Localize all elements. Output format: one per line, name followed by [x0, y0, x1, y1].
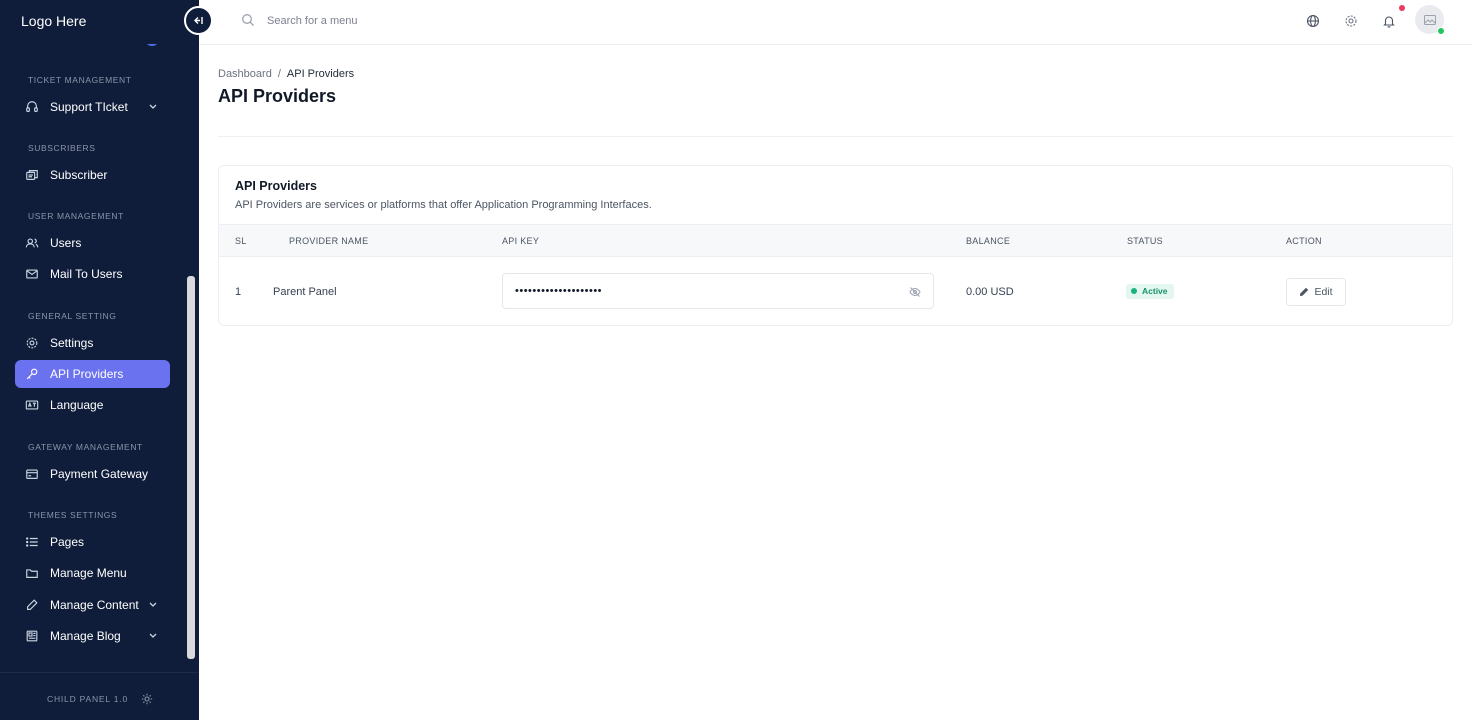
top-bar [199, 0, 1472, 45]
page-title: API Providers [218, 86, 337, 106]
edit-button[interactable]: Edit [1286, 278, 1346, 306]
sidebar-scrollbar[interactable] [187, 276, 195, 659]
sidebar-item-mail-to-users[interactable]: Mail To Users [15, 260, 170, 288]
sidebar-item-label: Pages [50, 535, 85, 549]
sidebar-item-label: Mail To Users [50, 267, 123, 281]
section-title-themes-settings: THEMES SETTINGS [28, 510, 118, 520]
notification-dot [1399, 5, 1405, 11]
users-icon [25, 238, 39, 248]
sidebar-item-pages[interactable]: Pages [15, 528, 170, 556]
sidebar-item-label: Support TIcket [50, 100, 128, 114]
collapse-arrow-icon [194, 17, 203, 24]
breadcrumb-current: API Providers [286, 68, 355, 80]
section-title-ticket-management: TICKET MANAGEMENT [28, 75, 132, 85]
column-header-action: ACTION [1286, 236, 1322, 246]
subscriber-icon [26, 170, 38, 180]
card-description: API Providers are services or platforms … [235, 199, 652, 211]
api-key-field[interactable]: •••••••••••••••••••• [502, 273, 934, 309]
headset-icon [26, 101, 38, 112]
sidebar-item-payment-gateway[interactable]: Payment Gateway [15, 460, 170, 488]
globe-icon[interactable] [1306, 14, 1320, 28]
column-header-balance: BALANCE [966, 236, 1011, 246]
mail-icon [26, 269, 38, 279]
list-icon [26, 537, 38, 547]
sidebar-item-support-ticket[interactable]: Support TIcket [15, 93, 170, 121]
sun-icon[interactable] [141, 693, 153, 705]
sidebar-collapse-button[interactable] [184, 6, 213, 35]
sidebar-item-label: Manage Content [50, 598, 139, 612]
version-label: CHILD PANEL 1.0 [47, 694, 128, 704]
chevron-down-icon[interactable] [148, 101, 158, 111]
logo[interactable]: Logo Here [21, 13, 86, 29]
online-status-dot [1437, 27, 1445, 35]
column-header-provider-name: PROVIDER NAME [289, 236, 369, 246]
table-header: SL PROVIDER NAME API KEY BALANCE STATUS … [219, 224, 1452, 257]
breadcrumb-separator: / [277, 68, 281, 80]
blog-icon [26, 630, 38, 642]
sidebar: Logo Here TICKET MANAGEMENT Support TIck… [0, 0, 199, 720]
sidebar-item-label: API Providers [50, 367, 124, 381]
sidebar-footer: CHILD PANEL 1.0 [0, 672, 199, 720]
search-input[interactable] [267, 12, 567, 30]
api-providers-card: API Providers API Providers are services… [218, 165, 1453, 326]
sidebar-menu: TICKET MANAGEMENT Support TIcket SUBSCRI… [0, 44, 199, 662]
gear-icon [26, 337, 38, 349]
pencil-icon [1300, 287, 1309, 296]
sidebar-item-users[interactable]: Users [15, 229, 170, 257]
section-title-user-management: USER MANAGEMENT [28, 211, 124, 221]
folder-icon [26, 569, 38, 578]
section-title-gateway-management: GATEWAY MANAGEMENT [28, 442, 143, 452]
card-title: API Providers [235, 179, 317, 193]
table-row: 1 Parent Panel •••••••••••••••••••• 0.00… [219, 257, 1452, 325]
sidebar-item-settings[interactable]: Settings [15, 329, 170, 357]
sidebar-item-subscriber[interactable]: Subscriber [15, 161, 170, 189]
section-title-general-setting: GENERAL SETTING [28, 311, 117, 321]
sidebar-item-label: Manage Menu [50, 566, 127, 580]
settings-icon[interactable] [1344, 14, 1358, 28]
sidebar-item-label: Manage Blog [50, 629, 121, 643]
sidebar-item-manage-menu[interactable]: Manage Menu [15, 559, 170, 587]
sidebar-item-label: Payment Gateway [50, 467, 149, 481]
sidebar-item-label: Users [50, 236, 82, 250]
bell-icon[interactable] [1382, 14, 1396, 28]
scroll-indicator [145, 44, 159, 46]
api-key-masked-value: •••••••••••••••••••• [515, 285, 603, 297]
chevron-down-icon[interactable] [148, 599, 158, 609]
breadcrumb-dashboard[interactable]: Dashboard [218, 68, 272, 80]
chevron-down-icon[interactable] [148, 630, 158, 640]
sidebar-item-label: Language [50, 398, 104, 412]
search-icon [242, 14, 254, 26]
language-icon [25, 400, 39, 410]
column-header-status: STATUS [1127, 236, 1163, 246]
divider [218, 136, 1453, 137]
column-header-sl: SL [235, 236, 247, 246]
sidebar-item-manage-blog[interactable]: Manage Blog [15, 622, 170, 650]
breadcrumb: Dashboard / API Providers [218, 68, 354, 80]
cell-sl: 1 [235, 286, 242, 298]
sidebar-item-label: Settings [50, 336, 94, 350]
column-header-api-key: API KEY [502, 236, 540, 246]
sidebar-item-api-providers[interactable]: API Providers [15, 360, 170, 388]
sidebar-item-language[interactable]: Language [15, 391, 170, 419]
pencil-icon [27, 599, 38, 610]
key-icon [26, 368, 38, 380]
eye-off-icon[interactable] [909, 286, 921, 298]
section-title-subscribers: SUBSCRIBERS [28, 143, 96, 153]
cell-balance: 0.00 USD [966, 286, 1014, 298]
status-badge: Active [1126, 284, 1174, 299]
sidebar-item-label: Subscriber [50, 168, 108, 182]
wallet-icon [26, 469, 38, 479]
edit-button-label: Edit [1314, 286, 1333, 298]
image-placeholder-icon [1423, 14, 1436, 25]
cell-provider-name: Parent Panel [273, 286, 337, 298]
sidebar-item-manage-content[interactable]: Manage Content [15, 591, 170, 619]
